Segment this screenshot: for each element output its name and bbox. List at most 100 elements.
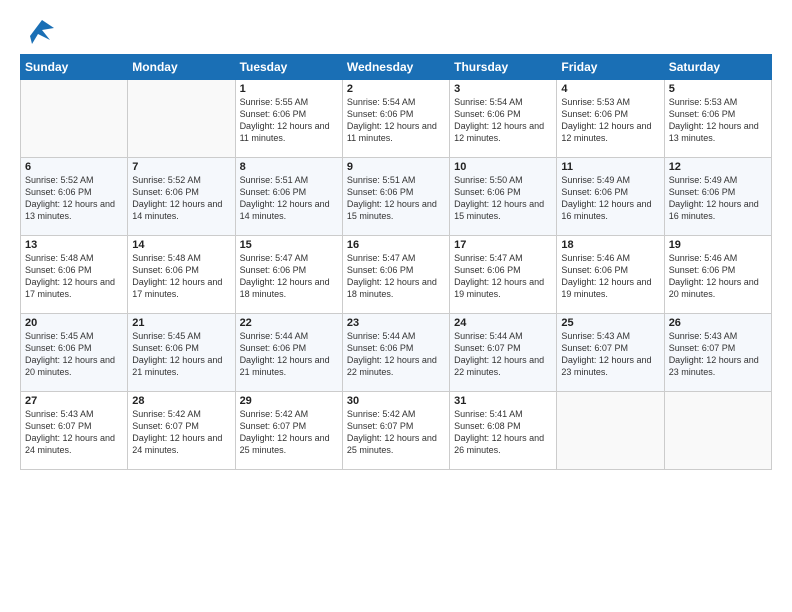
day-info: Sunrise: 5:47 AM Sunset: 6:06 PM Dayligh… bbox=[454, 252, 552, 301]
day-info: Sunrise: 5:47 AM Sunset: 6:06 PM Dayligh… bbox=[240, 252, 338, 301]
day-info: Sunrise: 5:46 AM Sunset: 6:06 PM Dayligh… bbox=[561, 252, 659, 301]
calendar-cell: 4Sunrise: 5:53 AM Sunset: 6:06 PM Daylig… bbox=[557, 80, 664, 158]
calendar-cell: 21Sunrise: 5:45 AM Sunset: 6:06 PM Dayli… bbox=[128, 314, 235, 392]
col-saturday: Saturday bbox=[664, 55, 771, 80]
day-info: Sunrise: 5:43 AM Sunset: 6:07 PM Dayligh… bbox=[25, 408, 123, 457]
calendar-cell bbox=[21, 80, 128, 158]
header bbox=[20, 16, 772, 44]
calendar-cell: 2Sunrise: 5:54 AM Sunset: 6:06 PM Daylig… bbox=[342, 80, 449, 158]
day-info: Sunrise: 5:46 AM Sunset: 6:06 PM Dayligh… bbox=[669, 252, 767, 301]
day-info: Sunrise: 5:42 AM Sunset: 6:07 PM Dayligh… bbox=[240, 408, 338, 457]
day-number: 23 bbox=[347, 317, 445, 329]
day-number: 4 bbox=[561, 83, 659, 95]
day-info: Sunrise: 5:44 AM Sunset: 6:06 PM Dayligh… bbox=[347, 330, 445, 379]
day-info: Sunrise: 5:45 AM Sunset: 6:06 PM Dayligh… bbox=[132, 330, 230, 379]
col-thursday: Thursday bbox=[450, 55, 557, 80]
day-number: 6 bbox=[25, 161, 123, 173]
calendar-cell: 22Sunrise: 5:44 AM Sunset: 6:06 PM Dayli… bbox=[235, 314, 342, 392]
day-number: 2 bbox=[347, 83, 445, 95]
calendar-cell: 1Sunrise: 5:55 AM Sunset: 6:06 PM Daylig… bbox=[235, 80, 342, 158]
day-number: 3 bbox=[454, 83, 552, 95]
calendar-cell: 7Sunrise: 5:52 AM Sunset: 6:06 PM Daylig… bbox=[128, 158, 235, 236]
logo-bird-icon bbox=[22, 16, 54, 44]
calendar-cell: 18Sunrise: 5:46 AM Sunset: 6:06 PM Dayli… bbox=[557, 236, 664, 314]
calendar-week-row: 13Sunrise: 5:48 AM Sunset: 6:06 PM Dayli… bbox=[21, 236, 772, 314]
calendar-week-row: 27Sunrise: 5:43 AM Sunset: 6:07 PM Dayli… bbox=[21, 392, 772, 470]
day-number: 7 bbox=[132, 161, 230, 173]
calendar-cell: 31Sunrise: 5:41 AM Sunset: 6:08 PM Dayli… bbox=[450, 392, 557, 470]
day-number: 15 bbox=[240, 239, 338, 251]
day-number: 5 bbox=[669, 83, 767, 95]
day-info: Sunrise: 5:53 AM Sunset: 6:06 PM Dayligh… bbox=[561, 96, 659, 145]
day-info: Sunrise: 5:49 AM Sunset: 6:06 PM Dayligh… bbox=[669, 174, 767, 223]
calendar-cell bbox=[128, 80, 235, 158]
calendar-cell: 30Sunrise: 5:42 AM Sunset: 6:07 PM Dayli… bbox=[342, 392, 449, 470]
day-number: 21 bbox=[132, 317, 230, 329]
day-number: 24 bbox=[454, 317, 552, 329]
day-number: 29 bbox=[240, 395, 338, 407]
calendar-week-row: 1Sunrise: 5:55 AM Sunset: 6:06 PM Daylig… bbox=[21, 80, 772, 158]
day-number: 26 bbox=[669, 317, 767, 329]
day-number: 25 bbox=[561, 317, 659, 329]
day-info: Sunrise: 5:48 AM Sunset: 6:06 PM Dayligh… bbox=[132, 252, 230, 301]
day-info: Sunrise: 5:50 AM Sunset: 6:06 PM Dayligh… bbox=[454, 174, 552, 223]
day-info: Sunrise: 5:54 AM Sunset: 6:06 PM Dayligh… bbox=[454, 96, 552, 145]
calendar-cell: 23Sunrise: 5:44 AM Sunset: 6:06 PM Dayli… bbox=[342, 314, 449, 392]
day-info: Sunrise: 5:48 AM Sunset: 6:06 PM Dayligh… bbox=[25, 252, 123, 301]
day-info: Sunrise: 5:44 AM Sunset: 6:06 PM Dayligh… bbox=[240, 330, 338, 379]
calendar-cell: 29Sunrise: 5:42 AM Sunset: 6:07 PM Dayli… bbox=[235, 392, 342, 470]
day-info: Sunrise: 5:43 AM Sunset: 6:07 PM Dayligh… bbox=[561, 330, 659, 379]
day-info: Sunrise: 5:49 AM Sunset: 6:06 PM Dayligh… bbox=[561, 174, 659, 223]
day-info: Sunrise: 5:41 AM Sunset: 6:08 PM Dayligh… bbox=[454, 408, 552, 457]
day-number: 28 bbox=[132, 395, 230, 407]
calendar-cell: 5Sunrise: 5:53 AM Sunset: 6:06 PM Daylig… bbox=[664, 80, 771, 158]
day-number: 14 bbox=[132, 239, 230, 251]
day-number: 30 bbox=[347, 395, 445, 407]
day-number: 17 bbox=[454, 239, 552, 251]
calendar-cell: 10Sunrise: 5:50 AM Sunset: 6:06 PM Dayli… bbox=[450, 158, 557, 236]
day-number: 20 bbox=[25, 317, 123, 329]
calendar-cell bbox=[557, 392, 664, 470]
calendar-cell: 14Sunrise: 5:48 AM Sunset: 6:06 PM Dayli… bbox=[128, 236, 235, 314]
day-number: 18 bbox=[561, 239, 659, 251]
day-info: Sunrise: 5:51 AM Sunset: 6:06 PM Dayligh… bbox=[347, 174, 445, 223]
day-number: 22 bbox=[240, 317, 338, 329]
col-friday: Friday bbox=[557, 55, 664, 80]
calendar-cell: 20Sunrise: 5:45 AM Sunset: 6:06 PM Dayli… bbox=[21, 314, 128, 392]
calendar-cell bbox=[664, 392, 771, 470]
day-info: Sunrise: 5:42 AM Sunset: 6:07 PM Dayligh… bbox=[132, 408, 230, 457]
calendar-week-row: 20Sunrise: 5:45 AM Sunset: 6:06 PM Dayli… bbox=[21, 314, 772, 392]
day-info: Sunrise: 5:52 AM Sunset: 6:06 PM Dayligh… bbox=[132, 174, 230, 223]
calendar-cell: 3Sunrise: 5:54 AM Sunset: 6:06 PM Daylig… bbox=[450, 80, 557, 158]
day-number: 10 bbox=[454, 161, 552, 173]
day-number: 8 bbox=[240, 161, 338, 173]
day-number: 1 bbox=[240, 83, 338, 95]
day-number: 11 bbox=[561, 161, 659, 173]
day-info: Sunrise: 5:53 AM Sunset: 6:06 PM Dayligh… bbox=[669, 96, 767, 145]
calendar-cell: 27Sunrise: 5:43 AM Sunset: 6:07 PM Dayli… bbox=[21, 392, 128, 470]
calendar-header-row: Sunday Monday Tuesday Wednesday Thursday… bbox=[21, 55, 772, 80]
calendar-cell: 25Sunrise: 5:43 AM Sunset: 6:07 PM Dayli… bbox=[557, 314, 664, 392]
day-info: Sunrise: 5:45 AM Sunset: 6:06 PM Dayligh… bbox=[25, 330, 123, 379]
day-info: Sunrise: 5:54 AM Sunset: 6:06 PM Dayligh… bbox=[347, 96, 445, 145]
day-number: 13 bbox=[25, 239, 123, 251]
logo bbox=[20, 16, 54, 44]
day-info: Sunrise: 5:42 AM Sunset: 6:07 PM Dayligh… bbox=[347, 408, 445, 457]
calendar-cell: 11Sunrise: 5:49 AM Sunset: 6:06 PM Dayli… bbox=[557, 158, 664, 236]
day-number: 16 bbox=[347, 239, 445, 251]
calendar-cell: 24Sunrise: 5:44 AM Sunset: 6:07 PM Dayli… bbox=[450, 314, 557, 392]
calendar-cell: 26Sunrise: 5:43 AM Sunset: 6:07 PM Dayli… bbox=[664, 314, 771, 392]
col-tuesday: Tuesday bbox=[235, 55, 342, 80]
day-number: 12 bbox=[669, 161, 767, 173]
day-info: Sunrise: 5:55 AM Sunset: 6:06 PM Dayligh… bbox=[240, 96, 338, 145]
day-info: Sunrise: 5:44 AM Sunset: 6:07 PM Dayligh… bbox=[454, 330, 552, 379]
day-info: Sunrise: 5:52 AM Sunset: 6:06 PM Dayligh… bbox=[25, 174, 123, 223]
calendar-cell: 13Sunrise: 5:48 AM Sunset: 6:06 PM Dayli… bbox=[21, 236, 128, 314]
col-sunday: Sunday bbox=[21, 55, 128, 80]
day-info: Sunrise: 5:51 AM Sunset: 6:06 PM Dayligh… bbox=[240, 174, 338, 223]
calendar-cell: 19Sunrise: 5:46 AM Sunset: 6:06 PM Dayli… bbox=[664, 236, 771, 314]
col-monday: Monday bbox=[128, 55, 235, 80]
page: Sunday Monday Tuesday Wednesday Thursday… bbox=[0, 0, 792, 612]
calendar-cell: 6Sunrise: 5:52 AM Sunset: 6:06 PM Daylig… bbox=[21, 158, 128, 236]
calendar-cell: 17Sunrise: 5:47 AM Sunset: 6:06 PM Dayli… bbox=[450, 236, 557, 314]
